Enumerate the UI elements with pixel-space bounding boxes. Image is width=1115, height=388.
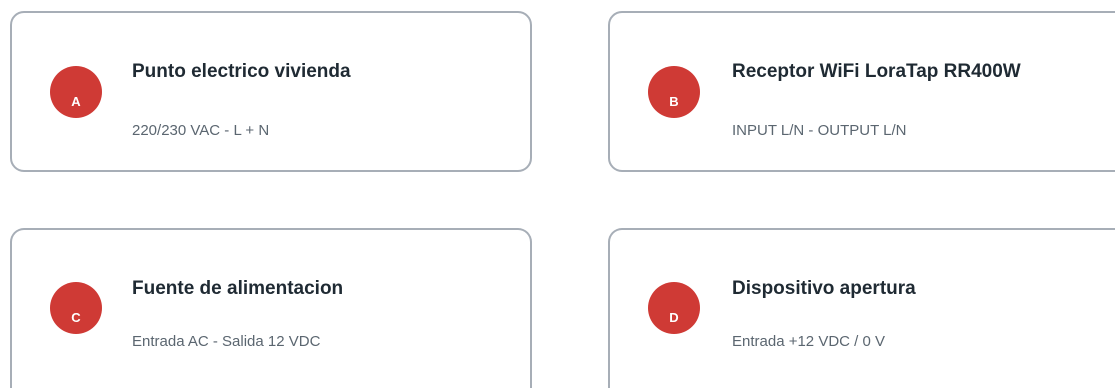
- card-d: D Dispositivo apertura Entrada +12 VDC /…: [608, 228, 1115, 388]
- card-b-title: Receptor WiFi LoraTap RR400W: [732, 61, 1021, 82]
- card-c-subtitle: Entrada AC - Salida 12 VDC: [132, 333, 321, 350]
- card-b: B Receptor WiFi LoraTap RR400W INPUT L/N…: [608, 11, 1115, 172]
- card-a: A Punto electrico vivienda 220/230 VAC -…: [10, 11, 532, 172]
- card-c-title: Fuente de alimentacion: [132, 278, 344, 299]
- card-b-subtitle: INPUT L/N - OUTPUT L/N: [732, 122, 907, 139]
- card-d-subtitle: Entrada +12 VDC / 0 V: [732, 333, 886, 350]
- card-d-title: Dispositivo apertura: [732, 278, 916, 299]
- badge-a: A: [50, 66, 102, 118]
- badge-d: D: [648, 282, 700, 334]
- card-c: C Fuente de alimentacion Entrada AC - Sa…: [10, 228, 532, 388]
- badge-b: B: [648, 66, 700, 118]
- badge-c: C: [50, 282, 102, 334]
- card-a-title: Punto electrico vivienda: [132, 61, 351, 82]
- card-a-subtitle: 220/230 VAC - L + N: [132, 122, 270, 139]
